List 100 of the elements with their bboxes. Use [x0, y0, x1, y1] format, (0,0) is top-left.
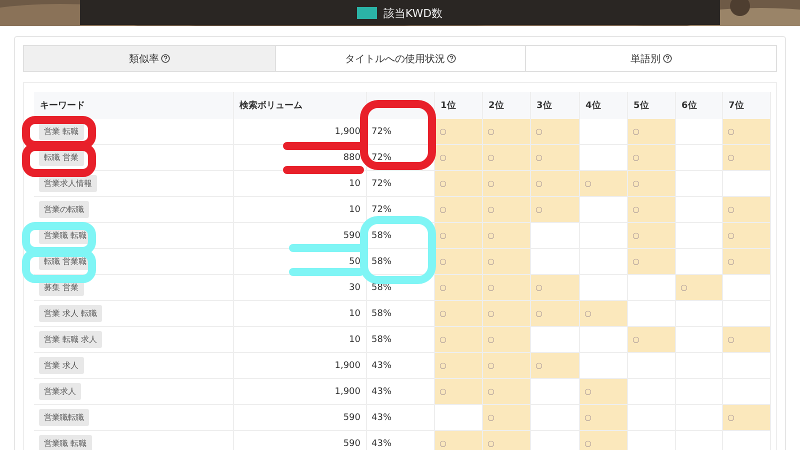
rank-cell: ○	[482, 378, 530, 404]
rank-cell: ○	[482, 170, 530, 196]
rank-cell: ○	[530, 300, 579, 326]
rank-cell: ○	[675, 274, 722, 300]
legend-swatch	[357, 7, 378, 19]
rank-cell: ○	[627, 326, 675, 352]
rank-cell: ○	[434, 144, 482, 170]
rank-cell: ○	[722, 196, 770, 222]
column-header: 2位	[482, 92, 530, 119]
table-cell: 1,900	[233, 378, 366, 404]
table-cell: 58%	[366, 248, 434, 274]
column-header: 7位	[722, 92, 770, 119]
table-cell: 880	[233, 144, 366, 170]
rank-cell: ○	[627, 248, 675, 274]
table-cell: 50	[233, 248, 366, 274]
table-cell: 10	[233, 196, 366, 222]
rank-cell: ○	[722, 119, 770, 144]
rank-cell: ○	[579, 378, 627, 404]
table-cell: 58%	[366, 326, 434, 352]
rank-cell: ○	[482, 326, 530, 352]
rank-cell: ○	[482, 144, 530, 170]
table-cell: 43%	[366, 352, 434, 378]
column-header: 1位	[434, 92, 482, 119]
table-cell: 72%	[366, 170, 434, 196]
rank-cell: ○	[434, 352, 482, 378]
rank-cell: ○	[627, 170, 675, 196]
rank-cell: ○	[722, 326, 770, 352]
rank-cell: ○	[722, 222, 770, 248]
rank-cell: ○	[482, 430, 530, 450]
tab[interactable]: 類似率	[24, 46, 275, 71]
table-cell: 590	[233, 222, 366, 248]
rank-cell: ○	[530, 170, 579, 196]
keyword-tag: 営業の転職	[39, 201, 89, 218]
rank-cell: ○	[482, 119, 530, 144]
table-cell: 30	[233, 274, 366, 300]
column-header: 5位	[627, 92, 675, 119]
rank-cell: ○	[434, 170, 482, 196]
keyword-tag: 営業職転職	[39, 409, 89, 426]
rank-cell: ○	[627, 222, 675, 248]
table-cell: 590	[233, 404, 366, 430]
rank-cell: ○	[434, 430, 482, 450]
help-icon	[662, 54, 672, 63]
table-cell: 10	[233, 326, 366, 352]
rank-cell: ○	[722, 404, 770, 430]
rank-cell: ○	[627, 196, 675, 222]
rank-cell: ○	[627, 144, 675, 170]
table-cell: 72%	[366, 144, 434, 170]
column-header: 6位	[675, 92, 722, 119]
rank-cell: ○	[579, 300, 627, 326]
rank-cell: ○	[482, 274, 530, 300]
table-cell: 72%	[366, 119, 434, 144]
help-icon	[446, 54, 456, 63]
table-cell: 590	[233, 430, 366, 450]
rank-cell: ○	[434, 378, 482, 404]
rank-cell: ○	[530, 144, 579, 170]
keyword-tag: 営業 求人	[39, 357, 84, 374]
table-cell: 58%	[366, 300, 434, 326]
table-cell: 1,900	[233, 352, 366, 378]
rank-cell: ○	[434, 274, 482, 300]
column-header: 3位	[530, 92, 579, 119]
rank-cell: ○	[530, 274, 579, 300]
rank-cell: ○	[482, 404, 530, 430]
table-cell: 10	[233, 300, 366, 326]
rank-cell: ○	[434, 222, 482, 248]
keyword-tag: 営業 転職	[39, 123, 84, 140]
table-cell: 43%	[366, 430, 434, 450]
table-cell: 43%	[366, 378, 434, 404]
rank-cell: ○	[434, 196, 482, 222]
rank-cell: ○	[482, 196, 530, 222]
rank-cell: ○	[482, 352, 530, 378]
keyword-tag: 営業求人	[39, 383, 81, 400]
rank-cell: ○	[482, 300, 530, 326]
table-cell: 58%	[366, 222, 434, 248]
rank-cell: ○	[482, 248, 530, 274]
rank-cell: ○	[434, 300, 482, 326]
legend-label: 該当KWD数	[383, 7, 443, 21]
column-header: キーワード	[34, 92, 233, 119]
rank-cell: ○	[434, 119, 482, 144]
keyword-tag: 営業 求人 転職	[39, 305, 102, 322]
table-cell: 72%	[366, 196, 434, 222]
rank-cell: ○	[627, 119, 675, 144]
rank-cell: ○	[434, 248, 482, 274]
rank-cell: ○	[722, 144, 770, 170]
rank-cell: ○	[579, 404, 627, 430]
keyword-tag: 営業求人情報	[39, 175, 97, 192]
table-cell: 10	[233, 170, 366, 196]
help-icon	[160, 54, 170, 63]
column-header: 4位	[579, 92, 627, 119]
keyword-tag: 営業職 転職	[39, 435, 92, 450]
table-cell: 1,900	[233, 119, 366, 144]
rank-cell: ○	[530, 352, 579, 378]
rank-cell: ○	[722, 248, 770, 274]
rank-cell: ○	[530, 196, 579, 222]
keyword-tag: 営業 転職 求人	[39, 331, 102, 348]
rank-cell: ○	[482, 222, 530, 248]
column-header: 検索ボリューム	[233, 92, 366, 119]
rank-cell: ○	[530, 119, 579, 144]
rank-cell: ○	[434, 326, 482, 352]
rank-cell: ○	[579, 170, 627, 196]
rank-cell: ○	[579, 430, 627, 450]
